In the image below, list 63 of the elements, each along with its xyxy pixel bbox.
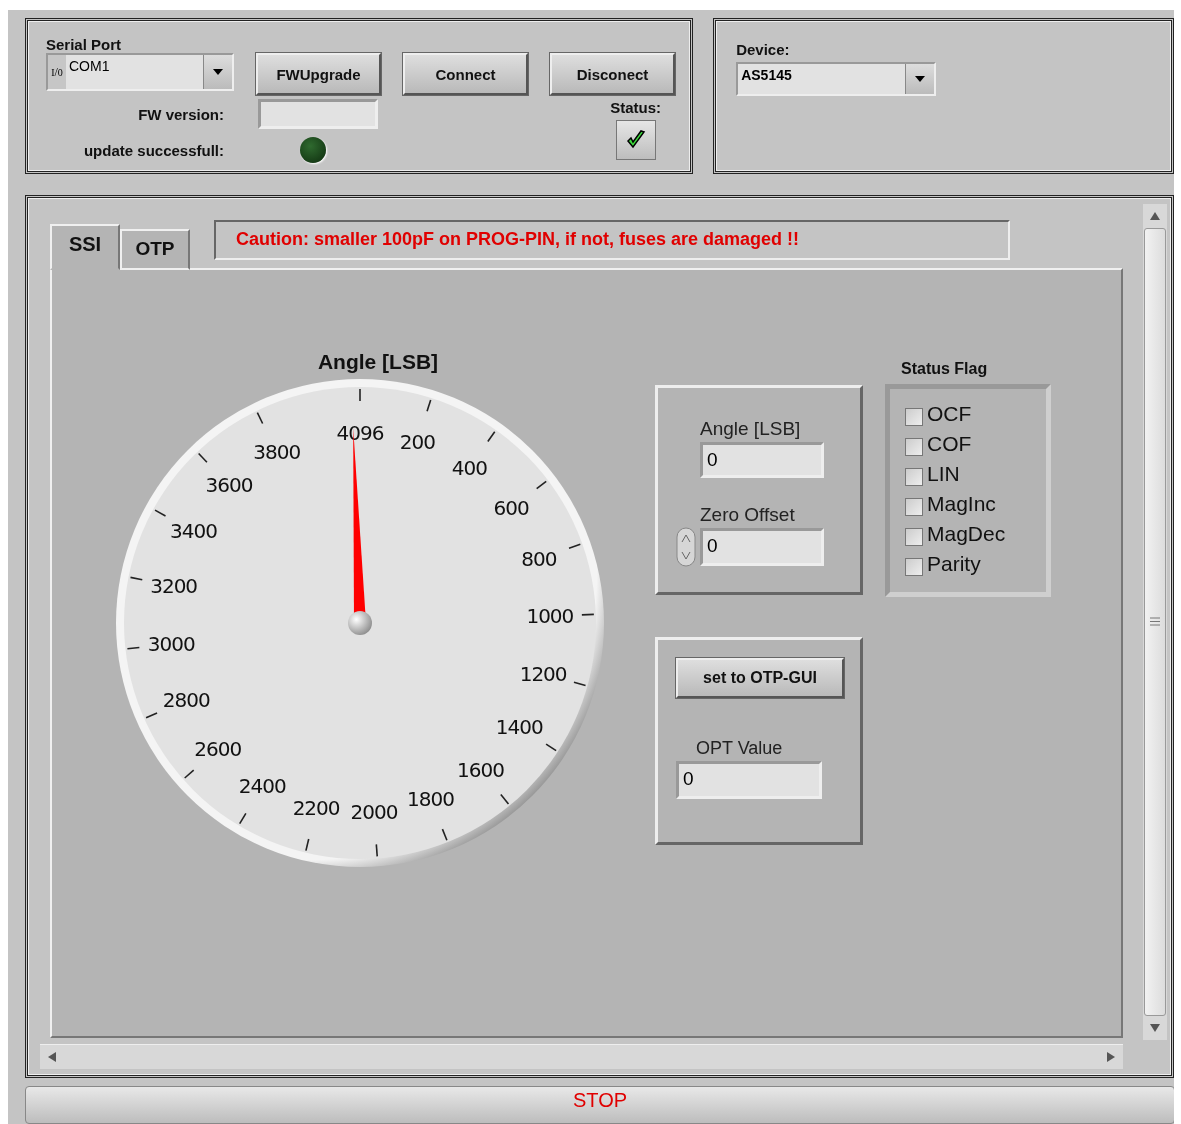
gauge-scale-label: 4096 — [336, 420, 384, 445]
up-arrow-icon[interactable] — [1150, 211, 1160, 220]
flag-checkbox[interactable]: COF — [905, 428, 1046, 459]
gauge-scale-label: 2200 — [292, 795, 340, 820]
gauge-scale-label: 1800 — [407, 787, 454, 812]
spinner-arrows-icon[interactable] — [676, 526, 696, 567]
gauge-scale-label: 1600 — [457, 757, 504, 782]
left-arrow-icon[interactable] — [48, 1051, 56, 1062]
gauge-scale-label: 1000 — [526, 603, 574, 628]
down-arrow-icon[interactable] — [1150, 1023, 1160, 1032]
opt-value-field: 0 — [676, 760, 822, 799]
gauge-scale-label: 2600 — [194, 736, 242, 761]
stop-button[interactable]: STOP — [25, 1085, 1174, 1124]
flag-checkbox[interactable]: Parity — [905, 548, 1046, 579]
angle-label: Angle [LSB] — [700, 417, 802, 440]
opt-value-label: OPT Value — [696, 737, 784, 759]
checkbox[interactable] — [905, 497, 923, 516]
gauge-scale-label: 1400 — [495, 714, 543, 739]
toolbar-button[interactable]: FWUpgrade — [256, 53, 381, 95]
flag-checkbox[interactable]: MagDec — [905, 518, 1046, 549]
gauge-title: Angle [LSB] — [317, 349, 439, 375]
checkbox[interactable] — [905, 407, 923, 426]
gauge-scale-label: 2800 — [162, 687, 210, 712]
flag-checkbox[interactable]: LIN — [905, 458, 1046, 489]
gauge-scale-label: 400 — [451, 455, 487, 480]
check-icon — [624, 129, 647, 151]
gauge-scale-label: 3200 — [150, 573, 198, 598]
grip-icon — [1150, 617, 1160, 627]
gauge-scale-label: 800 — [521, 546, 557, 571]
fw-version-label: FW version: — [137, 105, 225, 123]
status-flag-title: Status Flag — [901, 359, 989, 379]
status-label: Status: — [610, 99, 661, 116]
checkbox[interactable] — [905, 557, 923, 576]
horizontal-scrollbar[interactable] — [40, 1043, 1123, 1069]
gauge-scale-label: 1200 — [519, 661, 567, 686]
zero-offset-field[interactable]: 0 — [700, 527, 824, 566]
right-arrow-icon[interactable] — [1107, 1051, 1115, 1062]
tab[interactable]: SSI — [50, 223, 120, 270]
checkbox[interactable] — [905, 527, 923, 546]
angle-field: 0 — [700, 441, 824, 478]
zero-offset-label: Zero Offset — [700, 503, 796, 526]
tab[interactable]: OTP — [120, 228, 190, 270]
gauge-scale-label: 600 — [493, 495, 529, 520]
set-otp-button[interactable]: set to OTP-GUI — [676, 657, 844, 698]
checkbox[interactable] — [905, 437, 923, 456]
checkbox[interactable] — [905, 467, 923, 486]
gauge-scale-label: 3000 — [147, 631, 195, 656]
serial-port-label: Serial Port — [46, 36, 123, 53]
toolbar-button[interactable]: Disconect — [550, 53, 675, 95]
toolbar-button[interactable]: Connect — [403, 53, 528, 95]
gauge-scale-label: 2400 — [238, 773, 286, 798]
device-label: Device: — [736, 41, 791, 58]
caution-banner: Caution: smaller 100pF on PROG-PIN, if not, fuses are damaged !! — [214, 219, 1010, 260]
device-dropdown[interactable]: AS5145 — [736, 62, 937, 96]
update-successful-label: update successfull: — [82, 141, 225, 159]
flag-checkbox[interactable]: OCF — [905, 398, 1046, 429]
gauge-scale-label: 3800 — [253, 440, 301, 465]
gauge-scale-label: 200 — [399, 429, 435, 454]
gauge-scale-label: 3600 — [205, 473, 253, 498]
needle-hub — [348, 610, 372, 635]
gauge-scale-label: 2000 — [350, 800, 398, 825]
gauge-scale-label: 3400 — [170, 519, 217, 544]
flag-checkbox[interactable]: MagInc — [905, 488, 1046, 519]
